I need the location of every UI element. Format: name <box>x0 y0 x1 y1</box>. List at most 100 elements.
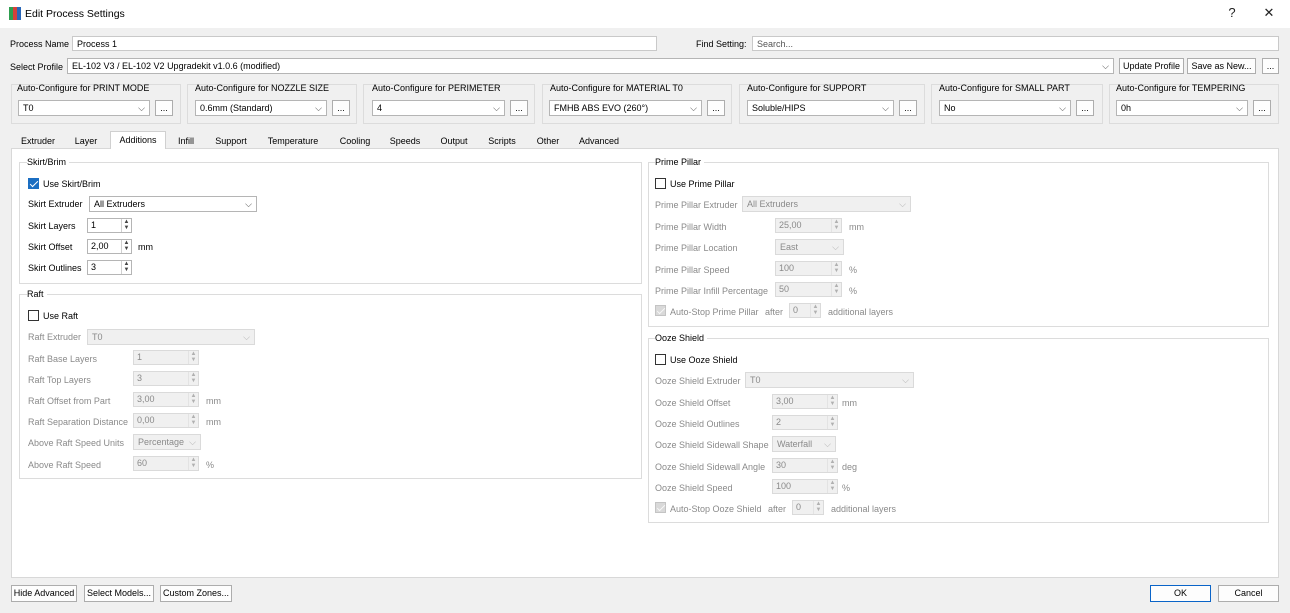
spin-arrows-icon[interactable]: ▲ ▼ <box>827 395 837 408</box>
auto-stop-prime-pillar-stepper[interactable]: 0 ▲ ▼ <box>789 303 821 318</box>
perimeter-more-button[interactable]: ... <box>510 100 528 116</box>
skirt-extruder-select[interactable]: All Extruders ⌵ <box>89 196 257 212</box>
tab-speeds[interactable]: Speeds <box>382 133 428 149</box>
chevron-down-icon: ⌵ <box>245 199 252 209</box>
raft-base-layers-stepper[interactable]: 1 ▲ ▼ <box>133 350 199 365</box>
nozzle-size-more-button[interactable]: ... <box>332 100 350 116</box>
close-button[interactable]: ✕ <box>1252 2 1286 24</box>
update-profile-button[interactable]: Update Profile <box>1119 58 1184 74</box>
skirt-layers-stepper-value: 1 <box>91 220 97 230</box>
spin-arrows-icon[interactable]: ▲ ▼ <box>831 262 841 275</box>
tab-other[interactable]: Other <box>528 133 568 149</box>
tab-support[interactable]: Support <box>208 133 254 149</box>
prime-pillar-infill-stepper[interactable]: 50 ▲ ▼ <box>775 282 842 297</box>
spin-arrows-icon[interactable]: ▲ ▼ <box>121 240 131 253</box>
title-bar <box>0 0 1290 28</box>
spin-arrows-icon[interactable]: ▲ ▼ <box>188 414 198 427</box>
autoconfig-material-title: Auto-Configure for MATERIAL T0 <box>550 83 683 93</box>
tab-layer[interactable]: Layer <box>66 133 106 149</box>
auto-stop-ooze-shield-stepper[interactable]: 0 ▲ ▼ <box>792 500 824 515</box>
ooze-shield-speed-label: Ooze Shield Speed <box>655 483 733 493</box>
spin-arrows-icon[interactable]: ▲ ▼ <box>813 501 823 514</box>
ooze-shield-extruder-select[interactable]: T0 ⌵ <box>745 372 914 388</box>
prime-pillar-width-stepper-value: 25,00 <box>779 220 802 230</box>
prime-pillar-infill-stepper-value: 50 <box>779 284 790 294</box>
spin-arrows-icon[interactable]: ▲ ▼ <box>827 480 837 493</box>
skirt-offset-stepper[interactable]: 2,00 ▲ ▼ <box>87 239 132 254</box>
tab-additions[interactable]: Additions <box>110 131 166 149</box>
help-button[interactable]: ? <box>1215 2 1249 24</box>
prime-pillar-speed-stepper[interactable]: 100 ▲ ▼ <box>775 261 842 276</box>
auto-stop-ooze-shield-checkbox[interactable] <box>655 502 666 513</box>
use-raft-checkbox[interactable] <box>28 310 39 321</box>
material-select[interactable]: FMHB ABS EVO (260°) ⌵ <box>549 100 702 116</box>
skirt-layers-stepper[interactable]: 1 ▲ ▼ <box>87 218 132 233</box>
skirt-outlines-stepper[interactable]: 3 ▲ ▼ <box>87 260 132 275</box>
ooze-shield-speed-stepper[interactable]: 100 ▲ ▼ <box>772 479 838 494</box>
save-as-new-button[interactable]: Save as New... <box>1187 58 1256 74</box>
raft-extruder-label: Raft Extruder <box>28 332 82 342</box>
small-part-select[interactable]: No ⌵ <box>939 100 1071 116</box>
nozzle-size-select[interactable]: 0.6mm (Standard) ⌵ <box>195 100 327 116</box>
raft-base-layers-stepper-value: 1 <box>137 352 143 362</box>
spin-arrows-icon[interactable]: ▲ ▼ <box>121 219 131 232</box>
spin-arrows-icon[interactable]: ▲ ▼ <box>121 261 131 274</box>
use-ooze-shield-checkbox[interactable] <box>655 354 666 365</box>
raft-separation-stepper-value: 0,00 <box>137 415 155 425</box>
spin-arrows-icon[interactable]: ▲ ▼ <box>831 219 841 232</box>
spin-arrows-icon[interactable]: ▲ ▼ <box>188 393 198 406</box>
tempering-more-button[interactable]: ... <box>1253 100 1271 116</box>
spin-arrows-icon[interactable]: ▲ ▼ <box>831 283 841 296</box>
custom-zones-button[interactable]: Custom Zones... <box>160 585 232 602</box>
tab-output[interactable]: Output <box>432 133 476 149</box>
material-more-button[interactable]: ... <box>707 100 725 116</box>
raft-separation-unit: mm <box>206 417 221 427</box>
ooze-shield-outlines-stepper[interactable]: 2 ▲ ▼ <box>772 415 838 430</box>
ooze-shield-sidewall-angle-stepper[interactable]: 30 ▲ ▼ <box>772 458 838 473</box>
tab-cooling[interactable]: Cooling <box>332 133 378 149</box>
spin-arrows-icon[interactable]: ▲ ▼ <box>827 416 837 429</box>
tab-scripts[interactable]: Scripts <box>480 133 524 149</box>
tab-infill[interactable]: Infill <box>168 133 204 149</box>
prime-pillar-location-select[interactable]: East ⌵ <box>775 239 844 255</box>
raft-offset-stepper[interactable]: 3,00 ▲ ▼ <box>133 392 199 407</box>
tempering-select[interactable]: 0h ⌵ <box>1116 100 1248 116</box>
use-prime-pillar-checkbox[interactable] <box>655 178 666 189</box>
raft-top-layers-stepper[interactable]: 3 ▲ ▼ <box>133 371 199 386</box>
process-name-input[interactable] <box>72 36 657 51</box>
process-name-label: Process Name <box>10 39 70 49</box>
raft-extruder-select[interactable]: T0 ⌵ <box>87 329 255 345</box>
ooze-shield-offset-stepper[interactable]: 3,00 ▲ ▼ <box>772 394 838 409</box>
tab-advanced[interactable]: Advanced <box>572 133 626 149</box>
ooze-shield-offset-stepper-value: 3,00 <box>776 396 794 406</box>
print-mode-select[interactable]: T0 ⌵ <box>18 100 150 116</box>
use-skirt-brim-checkbox[interactable] <box>28 178 39 189</box>
ok-button[interactable]: OK <box>1150 585 1211 602</box>
above-raft-speed-units-select[interactable]: Percentage ⌵ <box>133 434 201 450</box>
profile-more-button[interactable]: ... <box>1262 58 1279 74</box>
above-raft-speed-stepper[interactable]: 60 ▲ ▼ <box>133 456 199 471</box>
profile-select[interactable]: EL-102 V3 / EL-102 V2 Upgradekit v1.0.6 … <box>67 58 1114 74</box>
auto-stop-prime-pillar-checkbox[interactable] <box>655 305 666 316</box>
spin-arrows-icon[interactable]: ▲ ▼ <box>810 304 820 317</box>
raft-separation-stepper[interactable]: 0,00 ▲ ▼ <box>133 413 199 428</box>
tab-temperature[interactable]: Temperature <box>258 133 328 149</box>
hide-advanced-button[interactable]: Hide Advanced <box>11 585 77 602</box>
prime-pillar-width-stepper[interactable]: 25,00 ▲ ▼ <box>775 218 842 233</box>
perimeter-select[interactable]: 4 ⌵ <box>372 100 505 116</box>
tab-extruder[interactable]: Extruder <box>15 133 61 149</box>
spin-arrows-icon[interactable]: ▲ ▼ <box>188 457 198 470</box>
spin-arrows-icon[interactable]: ▲ ▼ <box>188 351 198 364</box>
ooze-shield-sidewall-shape-select[interactable]: Waterfall ⌵ <box>772 436 836 452</box>
support-select[interactable]: Soluble/HIPS ⌵ <box>747 100 894 116</box>
cancel-button[interactable]: Cancel <box>1218 585 1279 602</box>
spin-arrows-icon[interactable]: ▲ ▼ <box>188 372 198 385</box>
select-models-button[interactable]: Select Models... <box>84 585 154 602</box>
prime-pillar-extruder-select[interactable]: All Extruders ⌵ <box>742 196 911 212</box>
small-part-more-button[interactable]: ... <box>1076 100 1094 116</box>
support-more-button[interactable]: ... <box>899 100 917 116</box>
raft-base-layers-label: Raft Base Layers <box>28 354 98 364</box>
spin-arrows-icon[interactable]: ▲ ▼ <box>827 459 837 472</box>
search-input[interactable] <box>752 36 1279 51</box>
print-mode-more-button[interactable]: ... <box>155 100 173 116</box>
